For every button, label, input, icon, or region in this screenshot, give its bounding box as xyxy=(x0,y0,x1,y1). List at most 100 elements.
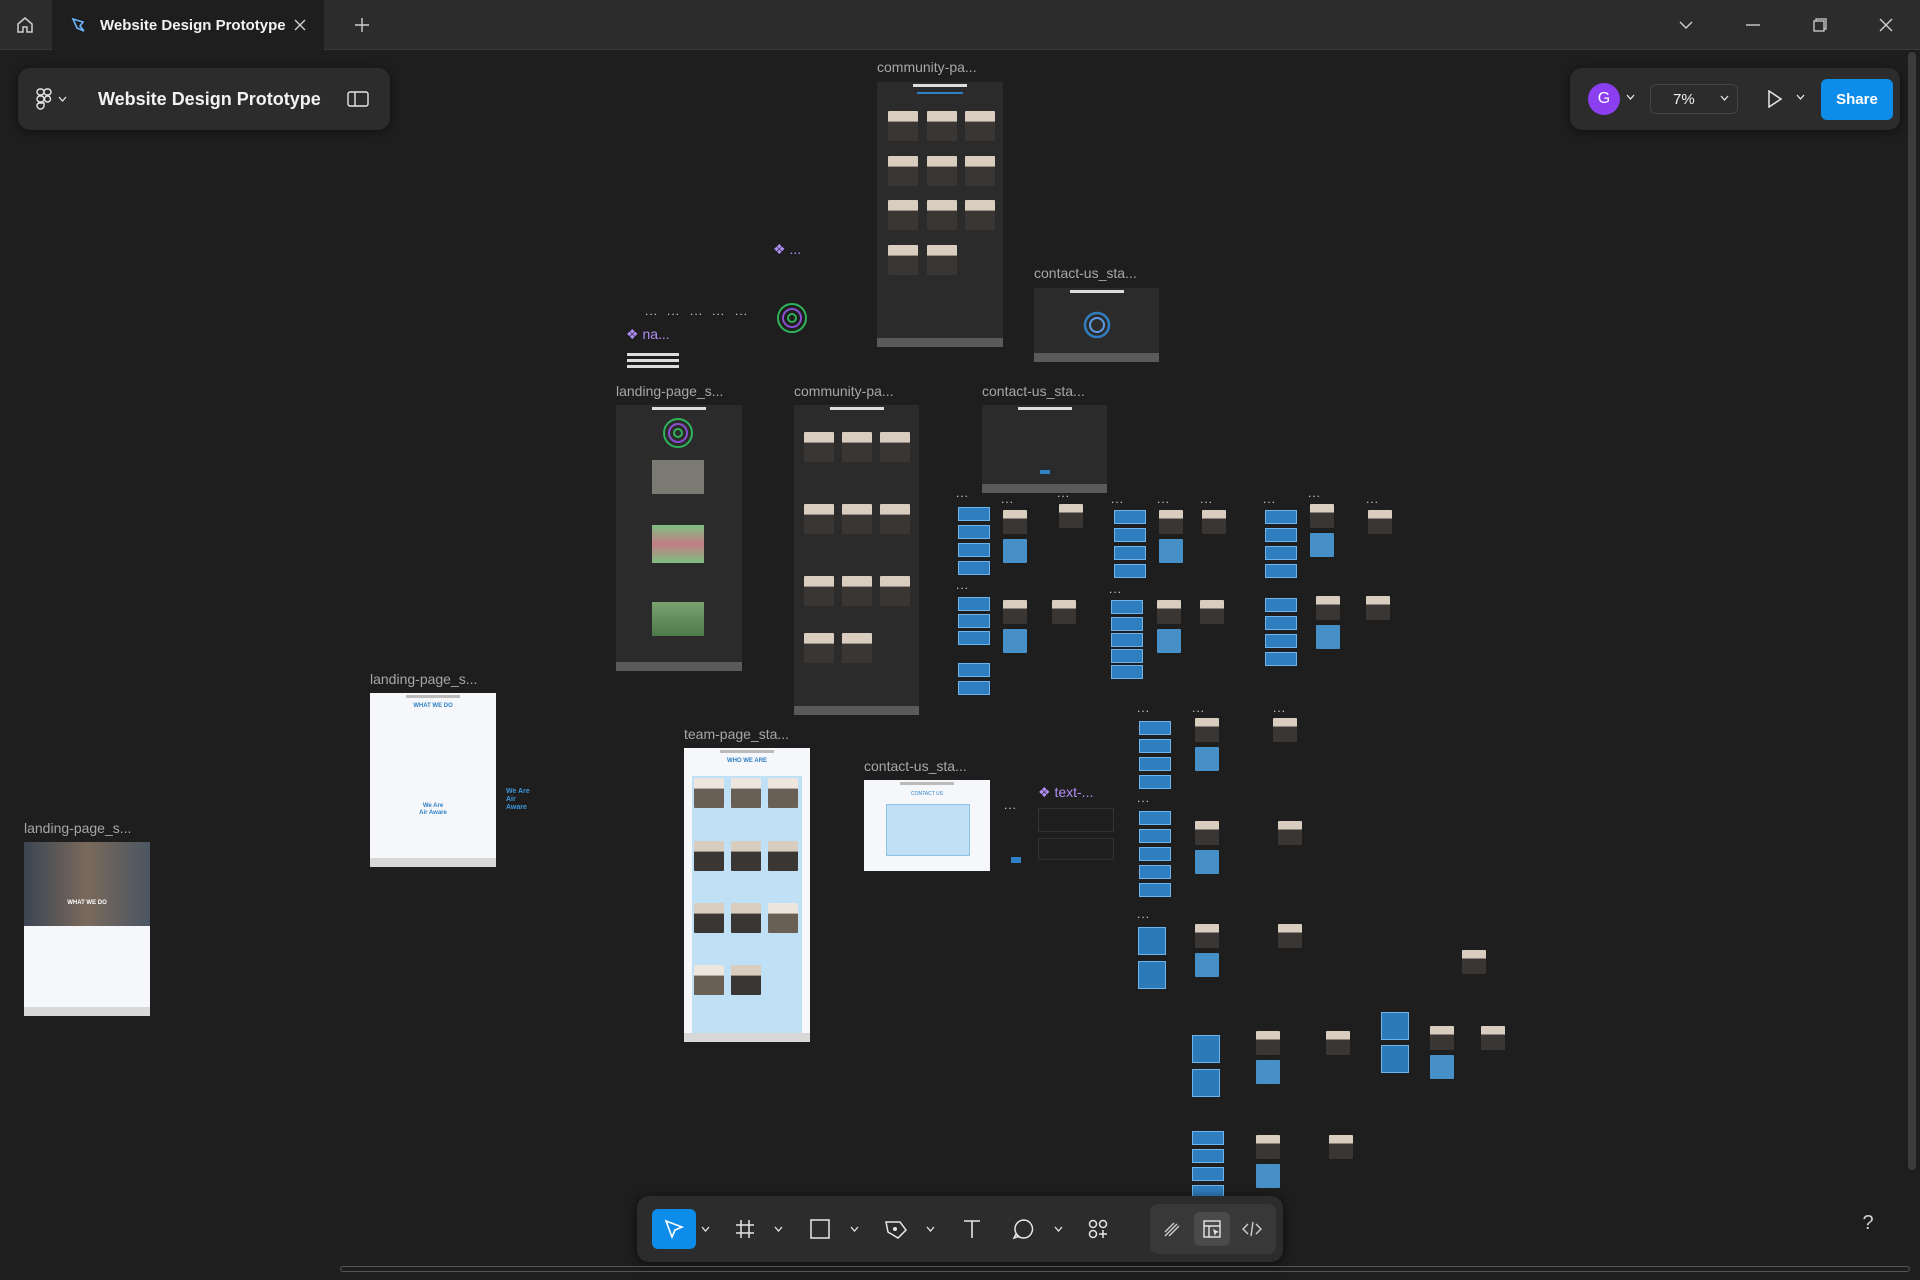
help-button[interactable]: ? xyxy=(1856,1212,1880,1236)
chevron-down-icon[interactable] xyxy=(1626,94,1635,100)
actions-button[interactable] xyxy=(1078,1209,1118,1249)
frame-label[interactable]: landing-page_s... xyxy=(370,671,477,687)
blue-button[interactable] xyxy=(958,663,990,677)
blue-button[interactable] xyxy=(958,543,990,557)
person-photo-hover[interactable] xyxy=(1430,1055,1454,1079)
more-label[interactable]: ... xyxy=(1057,486,1070,500)
person-photo-hover[interactable] xyxy=(1195,850,1219,874)
person-photo[interactable] xyxy=(1462,950,1486,974)
file-name[interactable]: Website Design Prototype xyxy=(98,89,344,110)
person-photo[interactable] xyxy=(1200,600,1224,624)
person-photo[interactable] xyxy=(1157,600,1181,624)
person-photo[interactable] xyxy=(1003,510,1027,534)
blue-button[interactable] xyxy=(1265,598,1297,612)
more-label[interactable]: ... xyxy=(956,578,969,592)
frame-label[interactable]: landing-page_s... xyxy=(616,383,723,399)
comment-tool-button[interactable] xyxy=(1004,1209,1044,1249)
more-label[interactable]: ... xyxy=(956,486,969,500)
frame-label[interactable]: contact-us_sta... xyxy=(864,758,967,774)
restore-button[interactable] xyxy=(1797,8,1843,42)
minimize-button[interactable] xyxy=(1730,8,1776,42)
blue-button[interactable] xyxy=(1114,564,1146,578)
person-photo-hover[interactable] xyxy=(1157,629,1181,653)
more-label[interactable]: ... xyxy=(1004,798,1017,812)
person-photo[interactable] xyxy=(1278,821,1302,845)
more-label[interactable]: ... xyxy=(1192,701,1205,715)
person-photo[interactable] xyxy=(1003,600,1027,624)
person-photo[interactable] xyxy=(1256,1135,1280,1159)
more-label[interactable]: ... xyxy=(1137,701,1150,715)
close-tab-button[interactable] xyxy=(290,15,310,35)
blue-button[interactable] xyxy=(1265,652,1297,666)
contact-us-frame[interactable] xyxy=(1034,288,1159,362)
user-avatar[interactable]: G xyxy=(1588,83,1620,115)
person-photo[interactable] xyxy=(1059,504,1083,528)
community-page-frame[interactable] xyxy=(794,405,919,715)
text-tool-button[interactable] xyxy=(952,1209,992,1249)
blue-button[interactable] xyxy=(1114,546,1146,560)
pen-tool-button[interactable] xyxy=(876,1209,916,1249)
blue-square-button[interactable] xyxy=(1192,1035,1220,1063)
blue-button[interactable] xyxy=(1265,634,1297,648)
more-label[interactable]: ... xyxy=(1273,701,1286,715)
home-button[interactable] xyxy=(8,8,42,42)
more-label[interactable]: ... xyxy=(712,304,725,318)
blue-button[interactable] xyxy=(1139,883,1171,897)
component-label[interactable]: ❖ text-... xyxy=(1038,784,1093,801)
contact-us-frame[interactable] xyxy=(982,405,1107,493)
main-menu-button[interactable] xyxy=(36,82,82,116)
person-photo-hover[interactable] xyxy=(1256,1060,1280,1084)
share-button[interactable]: Share xyxy=(1821,79,1893,120)
nav-item[interactable] xyxy=(627,359,679,362)
brand-logo-text[interactable]: We Are Air Aware xyxy=(506,788,534,812)
more-label[interactable]: ... xyxy=(1137,907,1150,921)
person-photo[interactable] xyxy=(1368,510,1392,534)
frame-label[interactable]: landing-page_s... xyxy=(24,820,131,836)
blue-button[interactable] xyxy=(1192,1131,1224,1145)
frame-label[interactable]: contact-us_sta... xyxy=(1034,265,1137,281)
landing-page-frame[interactable] xyxy=(616,405,742,671)
person-photo[interactable] xyxy=(1159,510,1183,534)
blue-button[interactable] xyxy=(1139,811,1171,825)
nav-item[interactable] xyxy=(627,353,679,356)
blue-button[interactable] xyxy=(1265,528,1297,542)
more-label[interactable]: ... xyxy=(667,304,680,318)
air-aware-logo-icon[interactable] xyxy=(776,302,808,334)
blue-button[interactable] xyxy=(1139,775,1171,789)
blue-button[interactable] xyxy=(1139,721,1171,735)
blue-button[interactable] xyxy=(958,507,990,521)
person-photo-hover[interactable] xyxy=(1310,533,1334,557)
frame-label[interactable]: community-pa... xyxy=(794,383,894,399)
blue-button[interactable] xyxy=(1265,510,1297,524)
text-component[interactable] xyxy=(1038,808,1114,832)
blue-square-button[interactable] xyxy=(1192,1069,1220,1097)
person-photo-hover[interactable] xyxy=(1256,1164,1280,1188)
frame-label[interactable]: contact-us_sta... xyxy=(982,383,1085,399)
zoom-dropdown[interactable]: 7% xyxy=(1650,84,1738,114)
more-label[interactable]: ... xyxy=(1001,492,1014,506)
move-tool-button[interactable] xyxy=(652,1209,696,1249)
horizontal-scrollbar[interactable] xyxy=(340,1266,1910,1272)
blue-button[interactable] xyxy=(1111,633,1143,647)
blue-button[interactable] xyxy=(1114,510,1146,524)
frame-label[interactable]: team-page_sta... xyxy=(684,726,789,742)
blue-button[interactable] xyxy=(958,525,990,539)
component-label[interactable]: ❖ na... xyxy=(626,326,670,343)
more-label[interactable]: ... xyxy=(1111,492,1124,506)
close-window-button[interactable] xyxy=(1863,8,1909,42)
person-photo-hover[interactable] xyxy=(1003,539,1027,563)
frame-label[interactable]: community-pa... xyxy=(877,59,977,75)
chevron-down-icon[interactable] xyxy=(926,1226,935,1232)
blue-button[interactable] xyxy=(1265,564,1297,578)
more-label[interactable]: ... xyxy=(1109,582,1122,596)
blue-button[interactable] xyxy=(1192,1149,1224,1163)
person-photo[interactable] xyxy=(1278,924,1302,948)
blue-square-button[interactable] xyxy=(1381,1045,1409,1073)
small-button[interactable] xyxy=(1011,857,1021,863)
more-label[interactable]: ... xyxy=(1308,486,1321,500)
blue-button[interactable] xyxy=(1139,847,1171,861)
person-photo[interactable] xyxy=(1256,1031,1280,1055)
design-canvas[interactable]: community-pa... ❖ ... contact-us_sta... xyxy=(0,51,1904,1266)
new-tab-button[interactable] xyxy=(350,13,374,37)
blue-button[interactable] xyxy=(1139,739,1171,753)
